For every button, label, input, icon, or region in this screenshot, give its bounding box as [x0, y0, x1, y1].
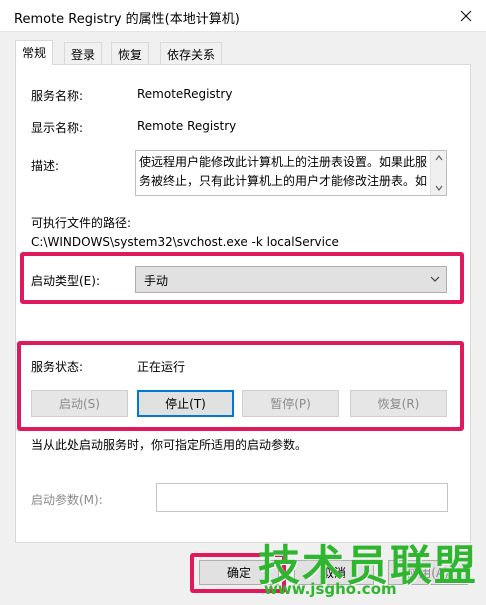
tab-recovery[interactable]: 恢复	[111, 42, 150, 64]
tab-dependencies[interactable]: 依存关系	[160, 42, 223, 64]
path-value: C:\WINDOWS\system32\svchost.exe -k local…	[31, 235, 339, 249]
close-icon	[460, 10, 472, 22]
pause-button[interactable]: 暂停(P)	[242, 390, 339, 417]
display-name-label: 显示名称:	[31, 121, 84, 135]
path-label: 可执行文件的路径:	[31, 216, 132, 230]
stop-button[interactable]: 停止(T)	[137, 390, 234, 417]
status-label: 服务状态:	[31, 360, 84, 374]
title-bar: Remote Registry 的属性(本地计算机)	[0, 0, 486, 32]
description-scrollbar[interactable]	[430, 151, 446, 195]
status-value: 正在运行	[137, 360, 186, 374]
start-params-input[interactable]	[156, 483, 448, 512]
startup-type-value: 手动	[144, 274, 169, 288]
description-label: 描述:	[31, 159, 60, 173]
close-button[interactable]	[446, 0, 486, 32]
scroll-up-icon	[435, 155, 443, 161]
service-status-highlight	[17, 341, 464, 431]
description-text: 使远程用户能修改此计算机上的注册表设置。如果此服务被终止，只有此计算机上的用户才…	[139, 155, 428, 188]
service-name-value: RemoteRegistry	[137, 87, 233, 101]
service-name-label: 服务名称:	[31, 89, 84, 103]
scroll-down-icon	[435, 185, 443, 191]
tab-logon[interactable]: 登录	[64, 42, 103, 64]
watermark-url: www.jsgho.com	[264, 580, 397, 598]
description-box[interactable]: 使远程用户能修改此计算机上的注册表设置。如果此服务被终止，只有此计算机上的用户才…	[135, 150, 447, 196]
chevron-down-icon	[430, 276, 440, 282]
tab-general[interactable]: 常规	[15, 40, 54, 65]
startup-params-hint: 当从此处启动服务时，你可指定所适用的启动参数。	[31, 438, 308, 452]
startup-type-label: 启动类型(E):	[31, 274, 100, 288]
startup-type-select[interactable]: 手动	[135, 266, 447, 293]
start-params-label: 启动参数(M):	[31, 493, 103, 507]
display-name-value: Remote Registry	[137, 119, 237, 133]
resume-button[interactable]: 恢复(R)	[350, 390, 447, 417]
start-button[interactable]: 启动(S)	[31, 390, 128, 417]
window-title: Remote Registry 的属性(本地计算机)	[14, 12, 240, 27]
